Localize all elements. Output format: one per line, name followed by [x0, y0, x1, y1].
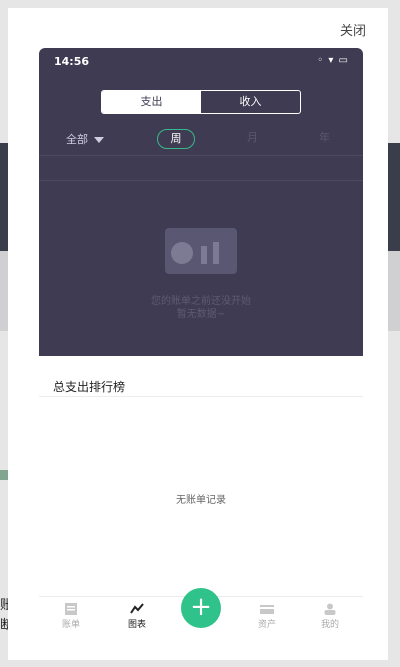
- period-week[interactable]: 周: [157, 129, 195, 149]
- tab-expense[interactable]: 支出: [102, 91, 201, 113]
- assets-icon: [260, 605, 274, 614]
- ranking-empty-text: 无账单记录: [176, 495, 226, 506]
- expense-income-toggle: 支出 收入: [101, 90, 301, 114]
- category-filter-label: 全部: [66, 133, 88, 146]
- empty-chart-icon: [165, 228, 237, 274]
- tab-chart-label: 图表: [127, 620, 146, 630]
- empty-state-subtext: 暂无数据~: [176, 309, 226, 320]
- category-filter[interactable]: 全部: [66, 131, 104, 147]
- tab-mine[interactable]: 我的: [310, 603, 350, 630]
- bill-icon: [65, 603, 77, 615]
- close-button[interactable]: 关闭: [340, 20, 366, 39]
- period-filter-row: 全部 周 月 年: [39, 122, 363, 156]
- period-year[interactable]: 年: [319, 129, 330, 145]
- empty-chart-bar: [201, 246, 207, 264]
- status-time: 14:56: [54, 55, 90, 68]
- add-record-button[interactable]: +: [181, 588, 221, 628]
- user-icon: [324, 603, 336, 615]
- divider: [39, 180, 363, 181]
- divider: [39, 396, 363, 397]
- empty-chart-circle: [171, 242, 193, 264]
- status-icons: ◦ ▾ ▭: [317, 55, 349, 66]
- period-month[interactable]: 月: [247, 129, 258, 145]
- tab-income[interactable]: 收入: [201, 91, 300, 113]
- empty-chart-bar: [213, 242, 219, 264]
- chevron-down-icon: [94, 137, 104, 143]
- ranking-title: 总支出排行榜: [53, 380, 126, 394]
- chart-icon: [130, 603, 144, 614]
- tab-assets-label: 资产: [257, 620, 276, 630]
- tab-bill[interactable]: 账单: [51, 603, 91, 630]
- tab-mine-label: 我的: [320, 620, 339, 630]
- phone-preview: 14:56 ◦ ▾ ▭ 支出 收入 全部 周 月 年 您的账单之前还没开始 暂无…: [39, 48, 363, 633]
- tab-chart[interactable]: 图表: [117, 603, 157, 630]
- status-bar: 14:56 ◦ ▾ ▭: [39, 48, 363, 74]
- preview-modal: 关闭 14:56 ◦ ▾ ▭ 支出 收入 全部 周 月 年 您的账单之前还没开始…: [8, 8, 388, 660]
- tab-assets[interactable]: 资产: [247, 603, 287, 630]
- tab-bill-label: 账单: [61, 620, 80, 630]
